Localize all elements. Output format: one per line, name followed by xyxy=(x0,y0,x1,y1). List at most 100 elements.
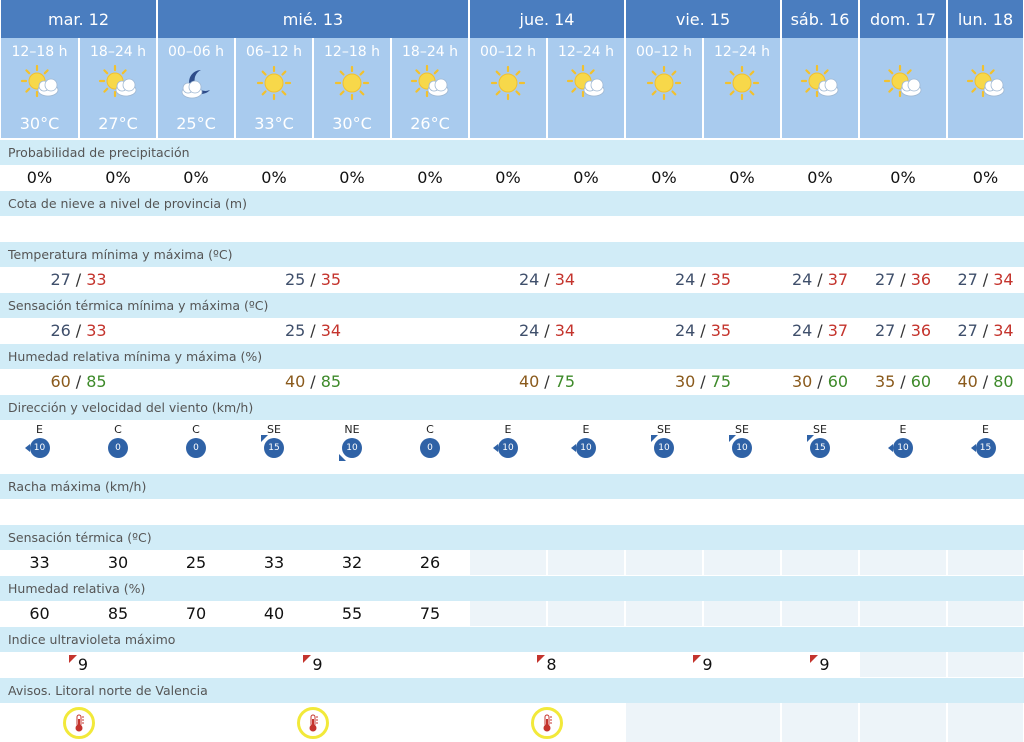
wind-cell: NE 10 xyxy=(313,420,391,472)
value-cell xyxy=(79,499,157,524)
wind-speed-badge: 10 xyxy=(571,438,596,458)
period-label: 12–24 h xyxy=(714,44,770,60)
wind-speed: 15 xyxy=(979,443,992,453)
value-cell xyxy=(703,601,781,626)
separator: / xyxy=(310,321,316,340)
min-value: 30 xyxy=(791,372,813,391)
value-cell xyxy=(547,601,625,626)
minmax-cell: 40/85 xyxy=(157,369,469,394)
warning-cell xyxy=(157,703,469,742)
wind-speed-badge: 15 xyxy=(807,435,830,458)
wind-speed: 0 xyxy=(193,443,199,453)
uv-value: 9 xyxy=(77,655,89,674)
value-cell: 32 xyxy=(313,550,391,575)
wind-speed: 10 xyxy=(502,443,514,453)
max-value: 75 xyxy=(554,372,576,391)
uv-cell xyxy=(947,652,1024,677)
wind-speed-badge: 10 xyxy=(339,438,362,461)
value-cell: 0% xyxy=(947,165,1024,190)
separator: / xyxy=(700,270,706,289)
period-temperature: 25°C xyxy=(176,114,216,133)
value-cell xyxy=(625,601,703,626)
thermometer-icon[interactable] xyxy=(297,706,329,739)
minmax-cell: 27/33 xyxy=(0,267,157,292)
wind-speed-badge: 10 xyxy=(24,438,50,458)
thermometer-icon[interactable] xyxy=(531,706,563,739)
value-cell xyxy=(157,499,235,524)
row-label-warn: Avisos. Litoral norte de Valencia xyxy=(0,678,1024,703)
minmax-cell: 35/60 xyxy=(859,369,947,394)
wind-speed-badge: 10 xyxy=(888,438,913,458)
value-cell xyxy=(313,499,391,524)
separator: / xyxy=(700,321,706,340)
day-header: vie. 15 xyxy=(625,0,781,38)
value-cell xyxy=(781,499,859,524)
minmax-cell: 25/34 xyxy=(157,318,469,343)
wind-arrow-icon xyxy=(339,454,346,461)
day-header: lun. 18 xyxy=(947,0,1024,38)
row-label-snow: Cota de nieve a nivel de provincia (m) xyxy=(0,191,1024,216)
wind-speed-badge: 10 xyxy=(729,435,752,458)
value-cell: 26 xyxy=(391,550,469,575)
period-label: 00–12 h xyxy=(480,44,536,60)
period-cell: 12–24 h xyxy=(703,38,781,138)
thermometer-icon[interactable] xyxy=(62,706,95,739)
value-cell xyxy=(625,550,703,575)
min-value: 24 xyxy=(518,270,540,289)
separator: / xyxy=(817,270,823,289)
wind-cell: C0 xyxy=(79,420,157,472)
wind-direction: C xyxy=(114,423,122,436)
day-header: dom. 17 xyxy=(859,0,947,38)
row-label-temp: Temperatura mínima y máxima (ºC) xyxy=(0,242,1024,267)
row-label-hum: Humedad relativa (%) xyxy=(0,576,1024,601)
period-label: 18–24 h xyxy=(90,44,146,60)
value-cell: 33 xyxy=(235,550,313,575)
row-label-feels: Sensación térmica (ºC) xyxy=(0,525,1024,550)
value-cell xyxy=(157,216,235,241)
separator: / xyxy=(982,321,989,340)
minmax-cell: 27/36 xyxy=(859,267,947,292)
wind-direction: E xyxy=(504,423,512,436)
row-label-hum_mm: Humedad relativa mínima y máxima (%) xyxy=(0,344,1024,369)
wind-direction: E xyxy=(582,423,590,436)
value-cell: 25 xyxy=(157,550,235,575)
wind-speed-badge: 0 xyxy=(420,438,440,458)
max-value: 34 xyxy=(993,321,1014,340)
value-cell xyxy=(547,216,625,241)
minmax-cell: 60/85 xyxy=(0,369,157,394)
max-value: 36 xyxy=(910,321,932,340)
uv-value: 9 xyxy=(312,655,323,674)
day-header: sáb. 16 xyxy=(781,0,859,38)
min-value: 24 xyxy=(791,270,813,289)
wind-speed: 10 xyxy=(33,443,46,453)
row-label-precip: Probabilidad de precipitación xyxy=(0,140,1024,165)
sun-icon xyxy=(721,62,763,104)
max-value: 35 xyxy=(710,270,732,289)
min-value: 27 xyxy=(50,270,71,289)
max-value: 34 xyxy=(554,321,576,340)
period-temperature: 30°C xyxy=(332,114,372,133)
minmax-cell: 40/80 xyxy=(947,369,1024,394)
value-cell xyxy=(781,550,859,575)
wind-arrow-icon xyxy=(970,444,976,452)
uv-cell: 9 xyxy=(0,652,157,677)
wind-direction: NE xyxy=(344,423,360,436)
value-cell: 0% xyxy=(703,165,781,190)
max-value: 80 xyxy=(993,372,1014,391)
day-header: jue. 14 xyxy=(469,0,625,38)
max-value: 85 xyxy=(86,372,107,391)
period-temperature: 33°C xyxy=(254,114,294,133)
wind-arrow-icon xyxy=(493,444,498,452)
uv-value: 8 xyxy=(546,655,557,674)
value-cell xyxy=(79,216,157,241)
wind-speed: 10 xyxy=(736,443,748,453)
separator: / xyxy=(75,372,82,391)
value-cell xyxy=(391,499,469,524)
period-temperature: 27°C xyxy=(98,114,138,133)
value-cell xyxy=(469,550,547,575)
sun-cloud-icon xyxy=(882,62,924,104)
forecast-table: mar. 12 mié. 13 jue. 14 vie. 15 sáb. 16 dom. … xyxy=(0,0,1024,742)
separator: / xyxy=(544,321,550,340)
value-cell xyxy=(859,601,947,626)
day-header: mar. 12 xyxy=(0,0,157,38)
